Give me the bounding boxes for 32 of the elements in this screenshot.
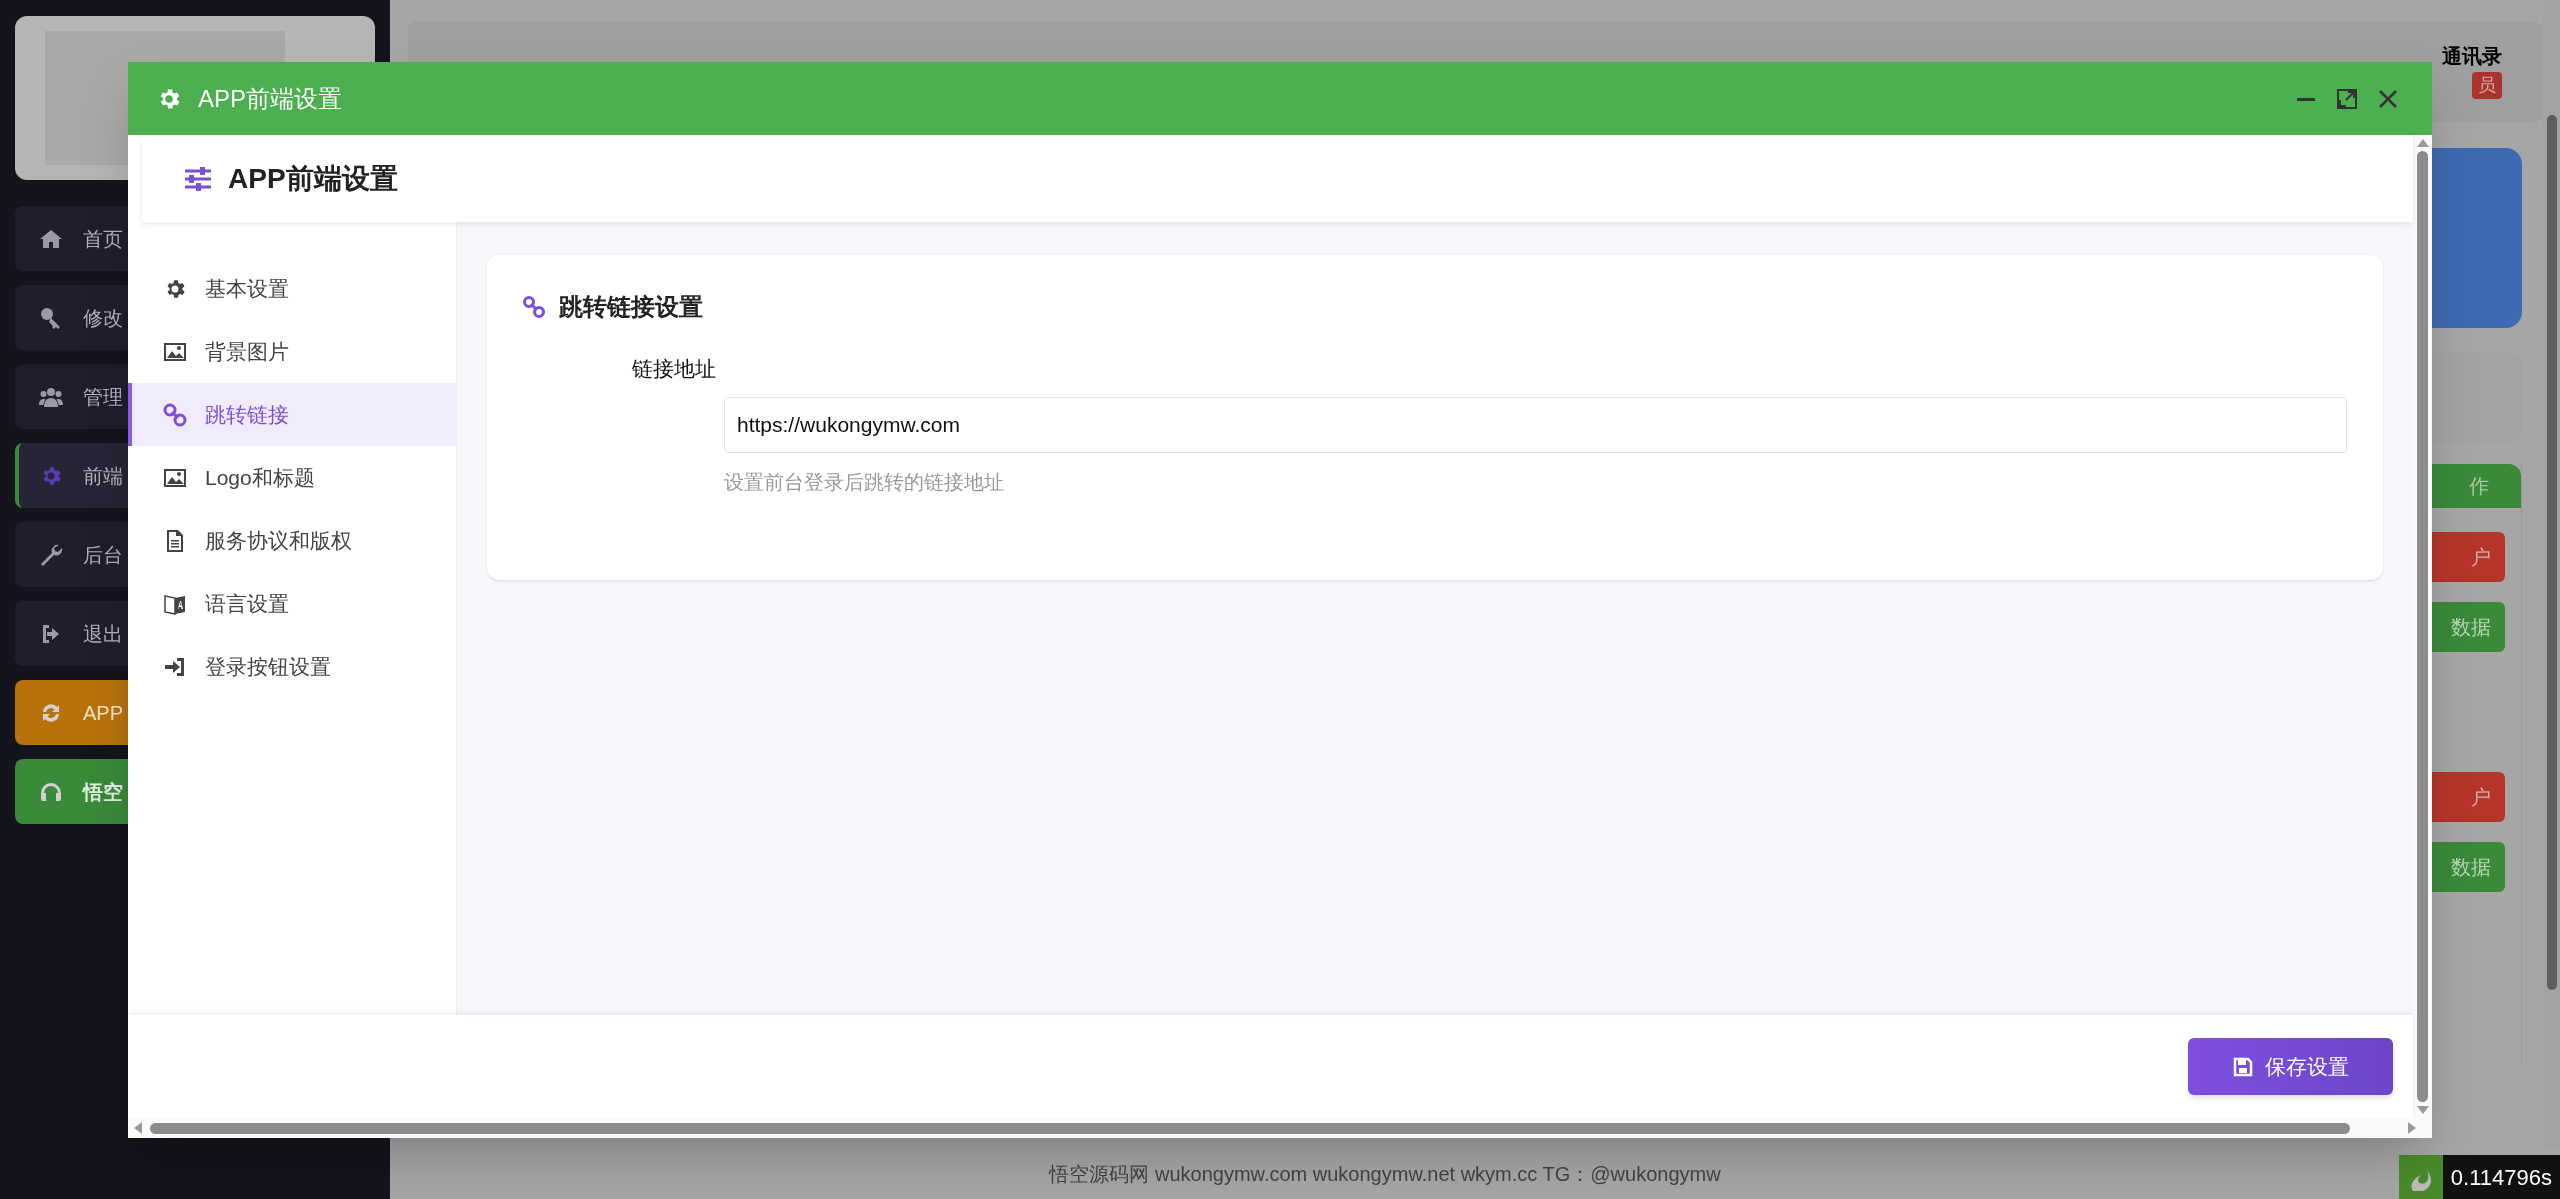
menu-item[interactable]: 基本设置 [128, 257, 456, 320]
url-input[interactable]: https://wukongymw.com [724, 396, 2347, 453]
field-label: 链接地址 [632, 356, 717, 382]
section-title: 跳转链接设置 [559, 292, 703, 322]
menu-item[interactable]: 语言设置 [128, 572, 456, 635]
scroll-right-icon[interactable] [2408, 1122, 2416, 1134]
panel-header: 作 [2469, 474, 2489, 499]
help-text: 设置前台登录后跳转的链接地址 [724, 469, 1005, 495]
menu-item[interactable]: 服务协议和版权 [128, 509, 456, 572]
save-icon [2232, 1056, 2253, 1077]
user-label: 通讯录 [2442, 46, 2502, 66]
dialog-title: APP前端设置 [198, 83, 343, 114]
footer-text: 悟空源码网 wukongymw.com wukongymw.net wkym.cc TG：@wukongymw [1049, 1162, 1721, 1187]
menu-item[interactable]: Logo和标题 [128, 446, 456, 509]
key-icon [39, 305, 63, 330]
wrench-icon [39, 542, 63, 567]
role-badge: 员 [2472, 72, 2502, 99]
page-title: APP前端设置 [228, 161, 398, 196]
maximize-icon[interactable] [2336, 87, 2358, 110]
menu-item[interactable]: 背景图片 [128, 320, 456, 383]
scroll-left-icon[interactable] [134, 1122, 142, 1134]
timer-text: 0.114796s [2442, 1155, 2560, 1199]
flame-icon [2398, 1155, 2443, 1199]
sliders-icon [184, 166, 212, 191]
save-button[interactable]: 保存设置 [2188, 1038, 2393, 1095]
menu-item[interactable]: 跳转链接 [128, 383, 456, 446]
menu-item[interactable]: 登录按钮设置 [128, 635, 456, 698]
link-icon [523, 296, 545, 318]
link-icon [163, 402, 187, 427]
scroll-down-icon[interactable] [2416, 1106, 2429, 1114]
horizontal-scrollbar[interactable] [128, 1118, 2432, 1138]
close-icon[interactable] [2378, 88, 2398, 109]
